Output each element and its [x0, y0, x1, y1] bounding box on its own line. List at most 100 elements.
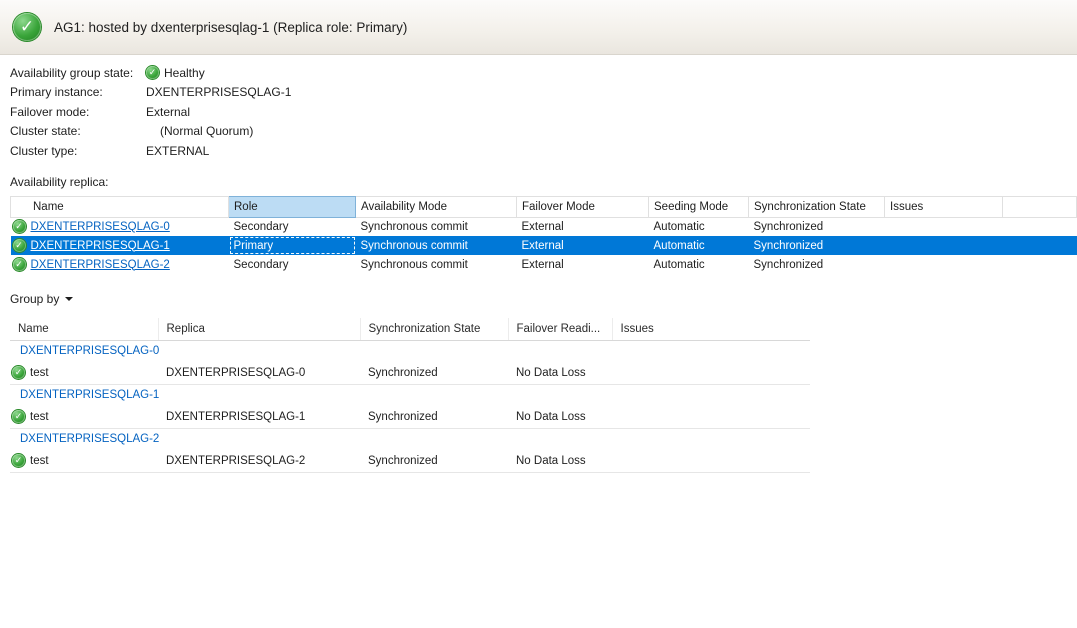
- replica-row-selected[interactable]: DXENTERPRISESQLAG-1 Primary Synchronous …: [11, 236, 1077, 255]
- replica-sync-state-cell: Synchronized: [749, 255, 885, 274]
- database-row[interactable]: test DXENTERPRISESQLAG-2 Synchronized No…: [10, 450, 810, 472]
- database-name: test: [30, 411, 49, 423]
- database-failover-readiness-cell: No Data Loss: [508, 362, 612, 384]
- replica-issues-cell: [885, 236, 1003, 255]
- replica-name-cell: DXENTERPRISESQLAG-1: [11, 236, 229, 255]
- healthy-check-icon: [12, 366, 25, 379]
- replica-role-cell: Secondary: [229, 255, 356, 274]
- database-group-row[interactable]: DXENTERPRISESQLAG-1: [10, 384, 810, 406]
- replica-filler-cell: [1003, 236, 1077, 255]
- replica-name-cell: DXENTERPRISESQLAG-0: [11, 217, 229, 236]
- replica-row[interactable]: DXENTERPRISESQLAG-0 Secondary Synchronou…: [11, 217, 1077, 236]
- column-header-failover-mode[interactable]: Failover Mode: [517, 196, 649, 217]
- replica-issues-cell: [885, 255, 1003, 274]
- database-group-row[interactable]: DXENTERPRISESQLAG-0: [10, 340, 810, 362]
- database-name-cell: test: [10, 450, 158, 472]
- availability-replica-grid: Name Role Availability Mode Failover Mod…: [10, 196, 1077, 275]
- replica-name-link[interactable]: DXENTERPRISESQLAG-0: [31, 221, 170, 233]
- replica-sync-state-cell: Synchronized: [749, 236, 885, 255]
- summary-row-cluster-state: Cluster state: (Normal Quorum): [10, 122, 1077, 142]
- database-row[interactable]: test DXENTERPRISESQLAG-1 Synchronized No…: [10, 406, 810, 428]
- summary-row-primary-instance: Primary instance: DXENTERPRISESQLAG-1: [10, 83, 1077, 103]
- replica-availability-mode-cell: Synchronous commit: [356, 255, 517, 274]
- replica-filler-cell: [1003, 255, 1077, 274]
- column-header-name[interactable]: Name: [10, 318, 158, 340]
- summary-value: Healthy: [146, 66, 205, 80]
- ag-dashboard: AG1: hosted by dxenterprisesqlag-1 (Repl…: [0, 0, 1077, 628]
- replica-row[interactable]: DXENTERPRISESQLAG-2 Secondary Synchronou…: [11, 255, 1077, 274]
- dashboard-header: AG1: hosted by dxenterprisesqlag-1 (Repl…: [0, 0, 1077, 55]
- group-name: DXENTERPRISESQLAG-2: [10, 428, 810, 450]
- database-replica-cell: DXENTERPRISESQLAG-2: [158, 450, 360, 472]
- healthy-check-icon: [13, 239, 26, 252]
- database-group-row[interactable]: DXENTERPRISESQLAG-2: [10, 428, 810, 450]
- database-sync-state-cell: Synchronized: [360, 450, 508, 472]
- failover-mode-value: External: [146, 105, 190, 119]
- replica-failover-mode-cell: External: [517, 255, 649, 274]
- healthy-check-icon: [13, 258, 26, 271]
- summary-row-cluster-type: Cluster type: EXTERNAL: [10, 141, 1077, 161]
- replica-seeding-mode-cell: Automatic: [649, 236, 749, 255]
- column-header-failover-readiness[interactable]: Failover Readi...: [508, 318, 612, 340]
- cluster-type-value: EXTERNAL: [146, 144, 209, 158]
- column-header-synchronization-state[interactable]: Synchronization State: [749, 196, 885, 217]
- page-title: AG1: hosted by dxenterprisesqlag-1 (Repl…: [54, 20, 407, 35]
- database-issues-cell: [612, 406, 810, 428]
- group-by-label: Group by: [10, 292, 59, 306]
- healthy-check-icon: [13, 13, 41, 41]
- database-sync-state-cell: Synchronized: [360, 362, 508, 384]
- replica-role-cell: Secondary: [229, 217, 356, 236]
- cluster-state-value: (Normal Quorum): [146, 124, 253, 138]
- database-sync-state-cell: Synchronized: [360, 406, 508, 428]
- caret-down-icon: [65, 297, 73, 301]
- column-header-issues[interactable]: Issues: [612, 318, 810, 340]
- group-by-dropdown[interactable]: Group by: [10, 290, 77, 308]
- database-grid-header-row: Name Replica Synchronization State Failo…: [10, 318, 810, 340]
- replica-seeding-mode-cell: Automatic: [649, 255, 749, 274]
- group-name: DXENTERPRISESQLAG-0: [10, 340, 810, 362]
- replica-name-link[interactable]: DXENTERPRISESQLAG-2: [31, 259, 170, 271]
- database-issues-cell: [612, 450, 810, 472]
- column-header-synchronization-state[interactable]: Synchronization State: [360, 318, 508, 340]
- summary-label: Primary instance:: [10, 85, 146, 99]
- column-header-name[interactable]: Name: [11, 196, 229, 217]
- replica-failover-mode-cell: External: [517, 236, 649, 255]
- healthy-check-icon: [12, 410, 25, 423]
- database-failover-readiness-cell: No Data Loss: [508, 406, 612, 428]
- column-header-issues[interactable]: Issues: [885, 196, 1003, 217]
- replica-availability-mode-cell: Synchronous commit: [356, 217, 517, 236]
- replica-issues-cell: [885, 217, 1003, 236]
- replica-grid-header-row: Name Role Availability Mode Failover Mod…: [11, 196, 1077, 217]
- database-issues-cell: [612, 362, 810, 384]
- database-row[interactable]: test DXENTERPRISESQLAG-0 Synchronized No…: [10, 362, 810, 384]
- group-name: DXENTERPRISESQLAG-1: [10, 384, 810, 406]
- column-header-replica[interactable]: Replica: [158, 318, 360, 340]
- replica-seeding-mode-cell: Automatic: [649, 217, 749, 236]
- database-failover-readiness-cell: No Data Loss: [508, 450, 612, 472]
- primary-instance-value: DXENTERPRISESQLAG-1: [146, 85, 291, 99]
- summary-row-failover-mode: Failover mode: External: [10, 102, 1077, 122]
- healthy-check-icon: [146, 66, 159, 79]
- database-replica-cell: DXENTERPRISESQLAG-1: [158, 406, 360, 428]
- database-name-cell: test: [10, 362, 158, 384]
- healthy-check-icon: [13, 220, 26, 233]
- column-header-availability-mode[interactable]: Availability Mode: [356, 196, 517, 217]
- database-name: test: [30, 367, 49, 379]
- summary-row-group-state: Availability group state: Healthy: [10, 63, 1077, 83]
- summary-label: Availability group state:: [10, 66, 146, 80]
- availability-replica-label: Availability replica:: [10, 175, 1077, 189]
- column-header-filler: [1003, 196, 1077, 217]
- healthy-check-icon: [12, 454, 25, 467]
- summary-label: Failover mode:: [10, 105, 146, 119]
- replica-name-cell: DXENTERPRISESQLAG-2: [11, 255, 229, 274]
- replica-availability-mode-cell: Synchronous commit: [356, 236, 517, 255]
- database-name: test: [30, 455, 49, 467]
- database-name-cell: test: [10, 406, 158, 428]
- column-header-role[interactable]: Role: [229, 196, 356, 217]
- replica-filler-cell: [1003, 217, 1077, 236]
- database-grid: Name Replica Synchronization State Failo…: [10, 318, 810, 473]
- replica-sync-state-cell: Synchronized: [749, 217, 885, 236]
- replica-name-link[interactable]: DXENTERPRISESQLAG-1: [31, 240, 170, 252]
- group-state-value: Healthy: [164, 66, 205, 80]
- column-header-seeding-mode[interactable]: Seeding Mode: [649, 196, 749, 217]
